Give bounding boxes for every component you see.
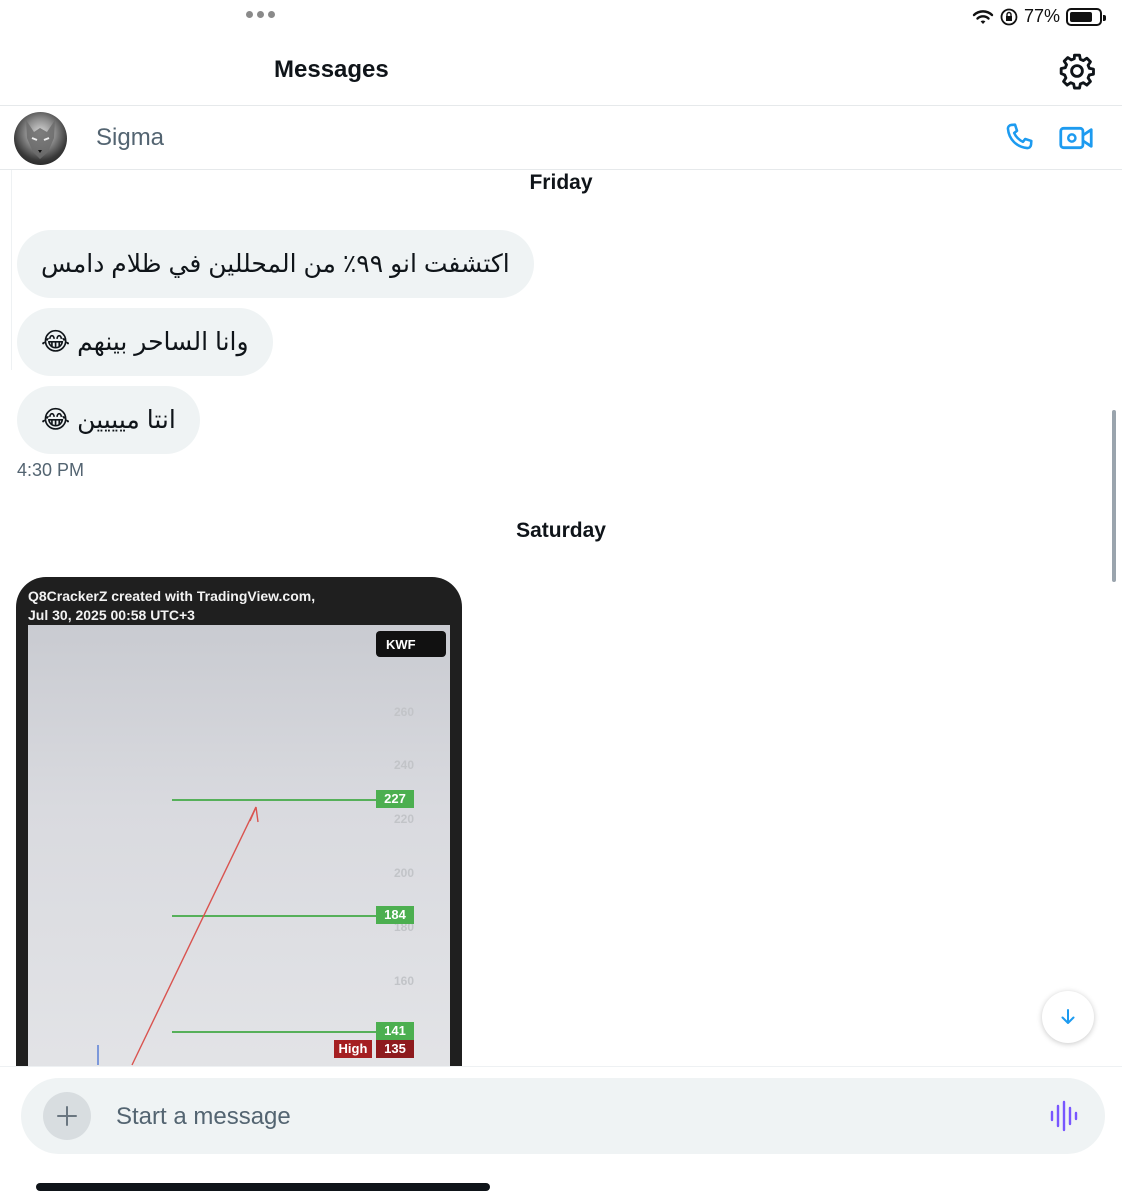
battery-icon bbox=[1066, 7, 1106, 26]
sidebar-edge bbox=[0, 170, 12, 370]
message-input[interactable] bbox=[116, 1100, 996, 1134]
multitasking-dots[interactable] bbox=[246, 11, 275, 18]
message-timestamp: 4:30 PM bbox=[17, 460, 85, 480]
avatar[interactable] bbox=[14, 112, 67, 165]
home-indicator bbox=[36, 1183, 490, 1191]
image-caption-line1: Q8CrackerZ created with TradingView.com, bbox=[28, 588, 316, 604]
messages-screen: 77% Messages Sigma Friday اكتشفت انو ٩٩٪… bbox=[0, 0, 1122, 1200]
image-caption: Q8CrackerZ created with TradingView.com,… bbox=[28, 587, 315, 625]
scroll-to-bottom-button[interactable] bbox=[1042, 991, 1094, 1043]
conversation-bar: Sigma bbox=[0, 106, 1122, 170]
orientation-lock-icon bbox=[1000, 8, 1018, 25]
day-divider-friday: Friday bbox=[529, 171, 593, 194]
phone-call-icon[interactable] bbox=[1002, 120, 1036, 154]
image-message[interactable]: Q8CrackerZ created with TradingView.com,… bbox=[16, 577, 462, 1077]
trend-arrow bbox=[97, 806, 259, 1066]
day-divider-saturday: Saturday bbox=[516, 519, 606, 542]
wolf-avatar-image bbox=[26, 120, 55, 159]
composer bbox=[21, 1078, 1105, 1154]
composer-area bbox=[0, 1066, 1122, 1200]
image-caption-line2: Jul 30, 2025 00:58 UTC+3 bbox=[28, 607, 195, 623]
contact-name[interactable]: Sigma bbox=[96, 124, 164, 152]
add-media-button[interactable] bbox=[43, 1092, 91, 1140]
voice-message-icon[interactable] bbox=[1049, 1100, 1079, 1132]
status-right: 77% bbox=[972, 6, 1106, 27]
page-title: Messages bbox=[274, 56, 389, 83]
message-bubble[interactable]: انتا ميييين 😂 bbox=[17, 386, 200, 454]
wifi-icon bbox=[972, 9, 994, 24]
battery-percentage: 77% bbox=[1023, 6, 1060, 26]
arrow-down-icon bbox=[1061, 1009, 1075, 1024]
status-bar: 77% bbox=[0, 0, 1122, 36]
plus-icon bbox=[57, 1106, 77, 1126]
message-bubble[interactable]: اكتشفت انو ٩٩٪ من المحللين في ظلام دامس bbox=[17, 230, 534, 298]
header: Messages bbox=[0, 36, 1122, 106]
video-call-icon[interactable] bbox=[1058, 122, 1094, 154]
gear-icon[interactable] bbox=[1058, 52, 1096, 90]
chart-screenshot: KWF 260 240 220 200 180 160 227 184 141 … bbox=[28, 625, 450, 1077]
message-bubble[interactable]: وانا الساحر بينهم 😂 bbox=[17, 308, 273, 376]
scrollbar[interactable] bbox=[1112, 410, 1116, 582]
